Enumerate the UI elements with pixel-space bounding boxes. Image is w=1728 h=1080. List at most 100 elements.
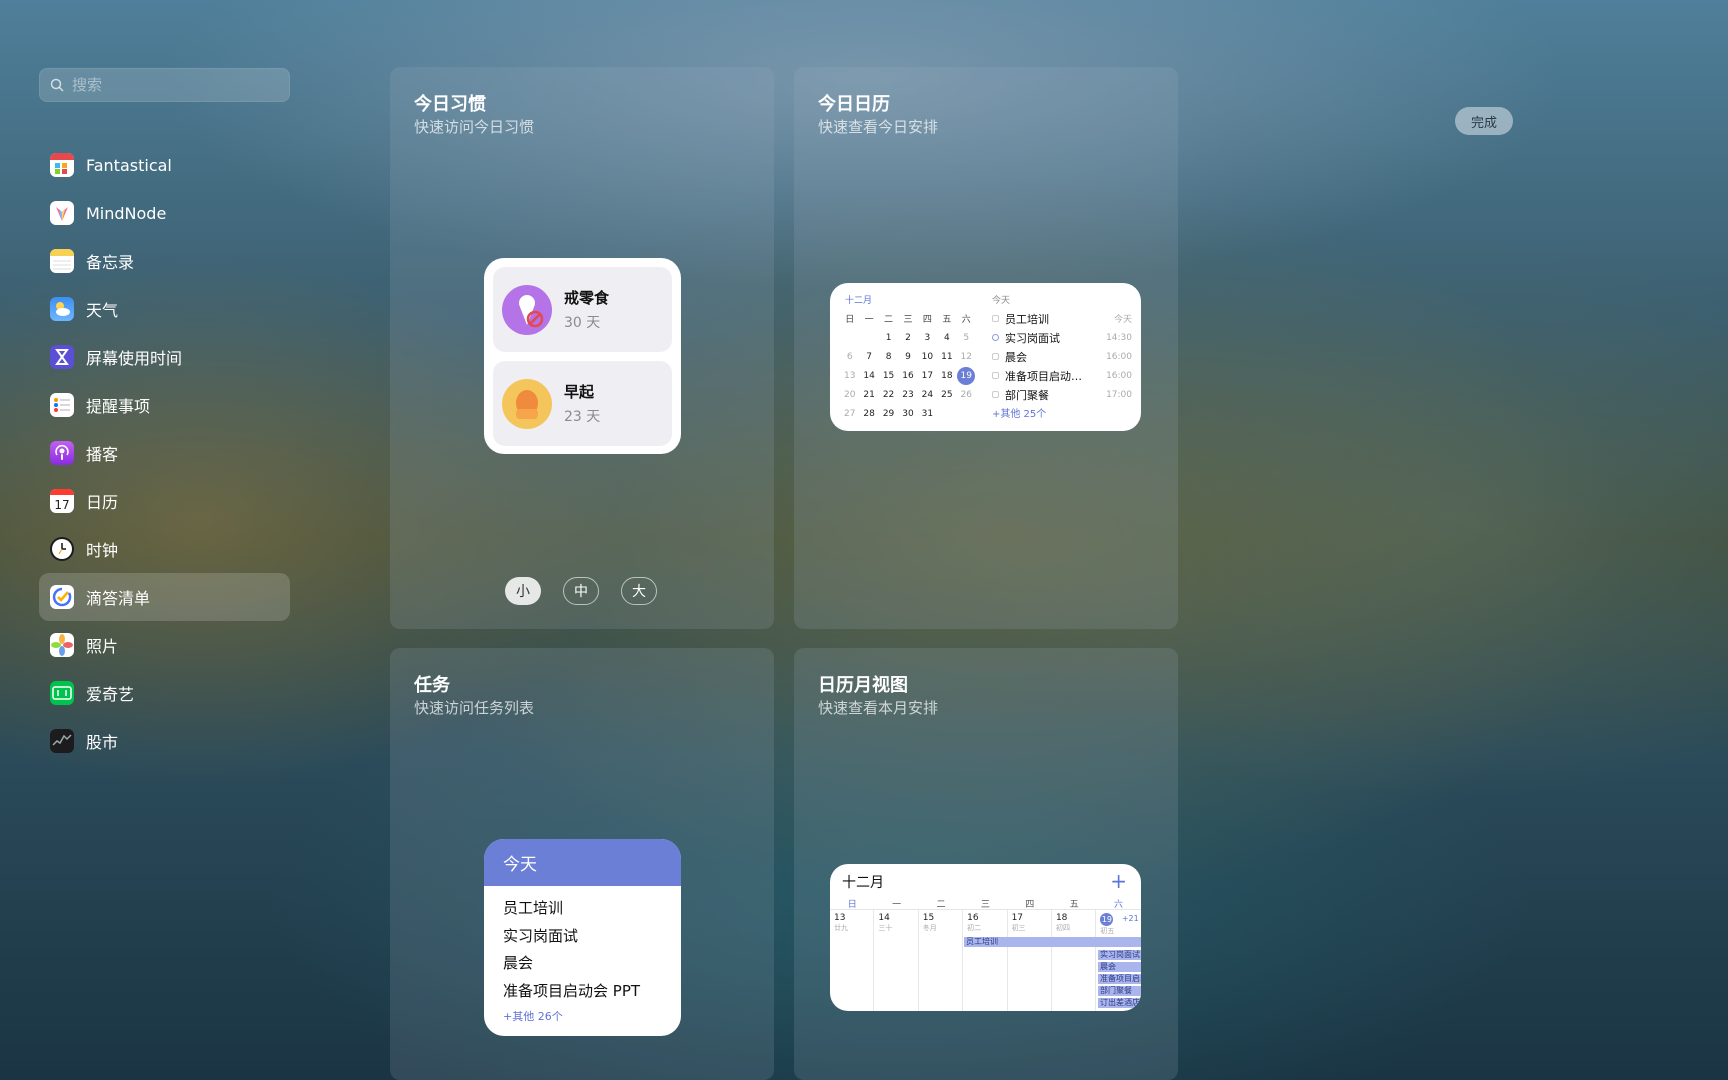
weekday: 四 bbox=[922, 315, 932, 325]
day-column: 17 初三 bbox=[1008, 910, 1052, 1011]
weather-icon bbox=[50, 297, 74, 321]
sunrise-icon bbox=[502, 378, 552, 429]
day-column: 18 初四 bbox=[1052, 910, 1097, 1011]
sidebar-item-photos[interactable]: 照片 bbox=[39, 621, 290, 669]
day-number: 17 bbox=[1011, 913, 1024, 923]
size-medium-button[interactable]: 中 bbox=[563, 577, 599, 605]
day-cell: 10 bbox=[921, 351, 934, 362]
day-cell: 22 bbox=[882, 389, 895, 400]
panel-title: 任务 bbox=[414, 675, 450, 696]
event-row: 部门聚餐 17:00 bbox=[992, 385, 1132, 404]
sidebar-item-label: 股市 bbox=[86, 733, 119, 752]
sidebar-item-label: 爱奇艺 bbox=[86, 685, 135, 704]
reminders-icon bbox=[50, 393, 74, 417]
habit-card: 戒零食 30 天 bbox=[493, 267, 672, 352]
event-title: 晨会 bbox=[1005, 350, 1027, 364]
day-cell: 9 bbox=[905, 351, 911, 362]
day-cell: 26 bbox=[960, 389, 972, 400]
snack-icon bbox=[502, 284, 552, 335]
sidebar-item-ticktick[interactable]: 滴答清单 bbox=[39, 573, 290, 621]
today-number: 19 bbox=[1100, 913, 1114, 926]
iqiyi-icon bbox=[50, 681, 74, 705]
clock-icon bbox=[50, 537, 74, 561]
sidebar-item-label: 天气 bbox=[86, 301, 119, 320]
sidebar-item-screen-time[interactable]: 屏幕使用时间 bbox=[39, 333, 290, 381]
sidebar-item-mindnode[interactable]: MindNode bbox=[39, 189, 290, 237]
month-title: 十二月 bbox=[842, 875, 884, 891]
day-cell: 3 bbox=[924, 332, 931, 343]
svg-text:17: 17 bbox=[54, 498, 69, 512]
sidebar-item-reminders[interactable]: 提醒事项 bbox=[39, 381, 290, 429]
task-widget-preview[interactable]: 今天 员工培训 实习岗面试 晨会 准备项目启动会 PPT +其他 26个 bbox=[484, 839, 681, 1036]
day-cell: 27 bbox=[843, 408, 856, 419]
podcasts-icon bbox=[50, 441, 74, 465]
day-cell: 11 bbox=[941, 351, 953, 362]
sidebar-item-label: 滴答清单 bbox=[86, 589, 151, 608]
day-cell: 6 bbox=[846, 351, 853, 362]
lunar-date: 廿九 bbox=[834, 924, 848, 932]
size-small-button[interactable]: 小 bbox=[505, 577, 541, 605]
sidebar-item-fantastical[interactable]: Fantastical bbox=[39, 141, 290, 189]
day-cell: 31 bbox=[921, 408, 934, 419]
ticktick-icon bbox=[50, 585, 74, 609]
habit-name: 戒零食 bbox=[564, 289, 610, 307]
sidebar-item-podcasts[interactable]: 播客 bbox=[39, 429, 290, 477]
lunar-date: 冬月 bbox=[922, 924, 937, 932]
add-icon: + bbox=[1110, 869, 1127, 893]
checkbox-icon bbox=[992, 391, 999, 398]
day-cell: 20 bbox=[843, 389, 856, 400]
lunar-date: 初四 bbox=[1055, 924, 1070, 932]
search-input[interactable] bbox=[72, 76, 272, 94]
screen-time-icon bbox=[50, 345, 74, 369]
photos-icon bbox=[50, 633, 74, 657]
sidebar-item-stocks[interactable]: 股市 bbox=[39, 717, 290, 765]
event-row: 晨会 16:00 bbox=[992, 347, 1132, 366]
panel-title: 日历月视图 bbox=[818, 675, 908, 696]
notes-icon bbox=[50, 249, 74, 273]
event-bar: 订出差酒店 bbox=[1098, 998, 1141, 1008]
habit-widget-preview[interactable]: 戒零食 30 天 早起 23 天 bbox=[484, 258, 681, 454]
weekday: 五 bbox=[942, 315, 952, 325]
sidebar-item-calendar[interactable]: 17 日历 bbox=[39, 477, 290, 525]
panel-subtitle: 快速访问今日习惯 bbox=[414, 118, 535, 136]
today-cell: 19 bbox=[957, 366, 976, 385]
event-time: 14:30 bbox=[1106, 332, 1132, 343]
day-cell: 7 bbox=[866, 351, 872, 362]
weekday: 二 bbox=[884, 315, 894, 325]
event-title: 部门聚餐 bbox=[1005, 388, 1049, 402]
sidebar-item-label: 日历 bbox=[86, 493, 119, 512]
event-time: 17:00 bbox=[1106, 389, 1132, 400]
weekday: 三 bbox=[903, 315, 913, 325]
event-title: 员工培训 bbox=[1005, 312, 1049, 326]
sidebar-item-iqiyi[interactable]: 爱奇艺 bbox=[39, 669, 290, 717]
day-column: 15 冬月 bbox=[919, 910, 964, 1011]
lunar-date: 三十 bbox=[878, 924, 893, 932]
task-item: 准备项目启动会 PPT bbox=[503, 981, 641, 1000]
task-item: 员工培训 bbox=[503, 899, 564, 918]
day-column: 13 廿九 bbox=[830, 910, 875, 1011]
done-button[interactable]: 完成 bbox=[1455, 107, 1513, 135]
today-number: 19 bbox=[960, 370, 972, 381]
month-widget-preview[interactable]: 十二月 + 日 一 二 三 四 五 六 13 廿九 14 三十 15 冬月 16… bbox=[830, 864, 1141, 1011]
today-label: 今天 bbox=[992, 296, 1011, 306]
habit-name: 早起 bbox=[564, 383, 595, 401]
day-cell: 29 bbox=[882, 408, 895, 419]
event-bar: 晨会 bbox=[1098, 962, 1141, 972]
sidebar-item-clock[interactable]: 时钟 bbox=[39, 525, 290, 573]
day-cell: 4 bbox=[943, 332, 950, 343]
week-row: 27 28 29 30 31 bbox=[840, 404, 976, 423]
event-bar: 员工培训 bbox=[964, 937, 1141, 947]
day-cell: 25 bbox=[941, 389, 953, 400]
size-large-button[interactable]: 大 bbox=[621, 577, 657, 605]
search-field[interactable] bbox=[39, 68, 290, 102]
stocks-icon bbox=[50, 729, 74, 753]
sidebar-item-notes[interactable]: 备忘录 bbox=[39, 237, 290, 285]
event-row: 员工培训 今天 bbox=[992, 309, 1132, 328]
panel-title: 今日日历 bbox=[818, 94, 890, 115]
checkbox-icon bbox=[992, 315, 999, 322]
lunar-date: 初二 bbox=[967, 924, 982, 932]
sidebar-item-weather[interactable]: 天气 bbox=[39, 285, 290, 333]
calendar-widget-preview[interactable]: 十二月 日 一 二 三 四 五 六 1 2 3 4 5 6 7 8 9 10 1… bbox=[830, 283, 1141, 431]
event-bar: 实习岗面试 bbox=[1098, 950, 1141, 960]
event-list: 今天 员工培训 今天 实习岗面试 14:30 晨会 16:00 准备项目启动… … bbox=[992, 293, 1132, 420]
